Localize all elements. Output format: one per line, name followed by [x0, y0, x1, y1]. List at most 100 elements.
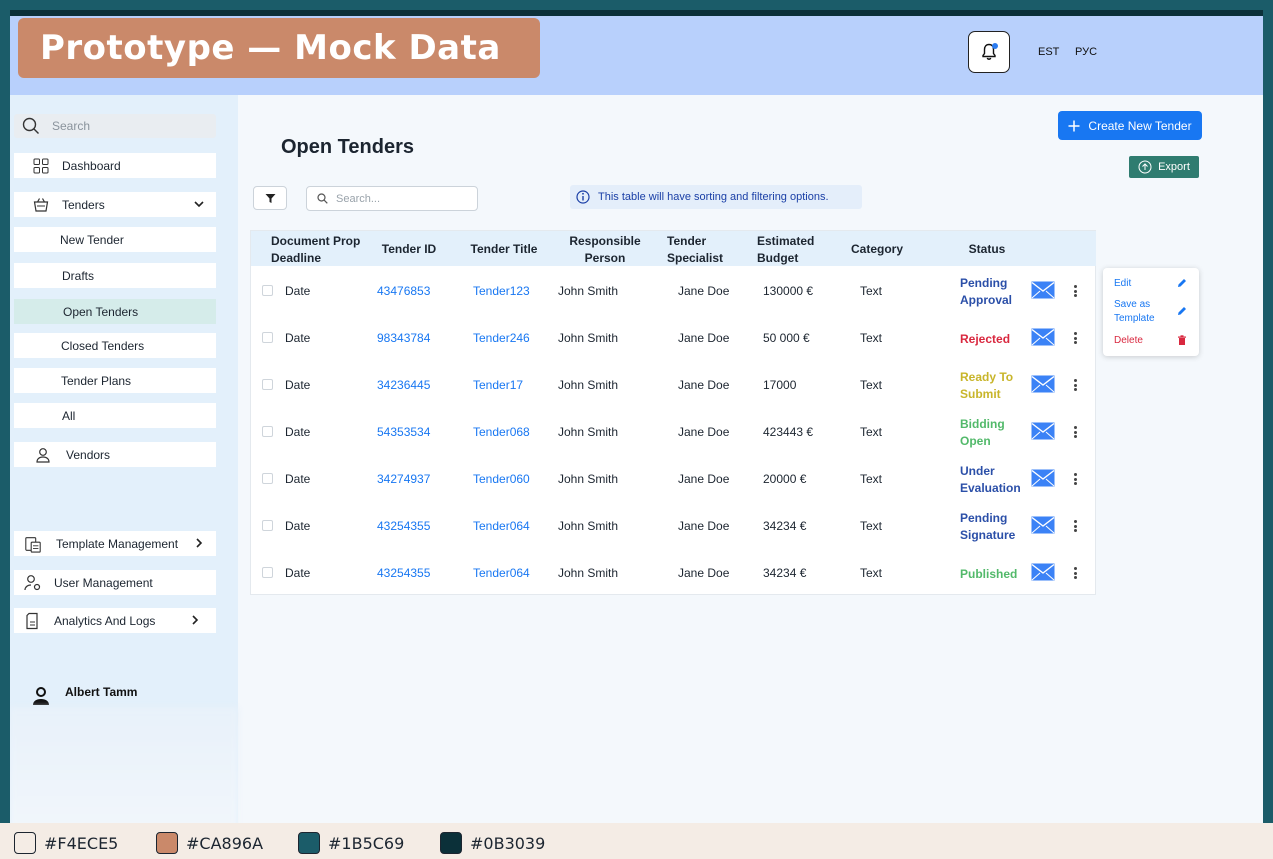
lang-est[interactable]: EST — [1038, 46, 1059, 58]
sidebar-item-label: Template Management — [56, 536, 179, 551]
cell-deadline: Date — [285, 472, 311, 486]
cell-tender-id[interactable]: 43254355 — [377, 566, 430, 580]
cell-category: Text — [860, 472, 883, 486]
table-row[interactable]: Date 43476853 Tender123 John Smith Jane Doe 1… — [251, 267, 1096, 314]
document-icon — [24, 612, 42, 630]
row-checkbox[interactable] — [262, 473, 273, 484]
sidebar-item-user-management[interactable]: User Management — [14, 570, 216, 595]
kebab-dot — [1073, 426, 1077, 429]
cell-tender-id[interactable]: 43476853 — [377, 284, 430, 298]
table-row[interactable]: Date 54353534 Tender068 John Smith Jane Doe 4… — [251, 408, 1096, 455]
info-note-text: This table will have sorting and filteri… — [598, 191, 829, 203]
kebab-dot — [1073, 332, 1077, 335]
cell-tender-title[interactable]: Tender246 — [473, 331, 530, 345]
more-options-icon[interactable] — [1070, 283, 1080, 299]
cell-responsible-person: John Smith — [558, 519, 619, 533]
upload-icon — [1138, 160, 1152, 174]
cell-tender-title[interactable]: Tender17 — [473, 378, 523, 392]
sidebar-search[interactable]: Search — [14, 114, 216, 138]
export-button[interactable]: Export — [1129, 156, 1199, 178]
kebab-dot — [1073, 388, 1077, 391]
more-options-icon[interactable] — [1070, 377, 1080, 393]
lang-rus[interactable]: РУС — [1075, 46, 1097, 58]
table-row[interactable]: Date 98343784 Tender246 John Smith Jane Doe 5… — [251, 314, 1096, 361]
notifications-button[interactable] — [968, 31, 1010, 73]
sidebar-item-new-tender[interactable]: New Tender — [14, 227, 216, 252]
mail-icon[interactable] — [1031, 563, 1055, 581]
column-header-tender-specialist[interactable]: Tender Specialist — [667, 233, 737, 267]
sidebar-item-vendors[interactable]: Vendors — [14, 442, 216, 467]
column-header-category[interactable]: Category — [847, 241, 907, 258]
mail-icon[interactable] — [1031, 422, 1055, 440]
kebab-dot — [1073, 576, 1077, 579]
status-badge: Ready To Submit — [960, 370, 1014, 401]
swatch-label: #F4ECE5 — [44, 833, 119, 853]
chevron-down-icon — [194, 201, 204, 208]
cell-tender-title[interactable]: Tender068 — [473, 425, 530, 439]
more-options-icon[interactable] — [1070, 424, 1080, 440]
sidebar-item-tenders[interactable]: Tenders — [14, 192, 216, 217]
mail-icon[interactable] — [1031, 328, 1055, 346]
cell-tender-id[interactable]: 34274937 — [377, 472, 430, 486]
row-checkbox[interactable] — [262, 379, 273, 390]
mail-icon[interactable] — [1031, 281, 1055, 299]
mail-icon[interactable] — [1031, 469, 1055, 487]
cell-tender-specialist: Jane Doe — [678, 378, 730, 392]
menu-item-edit[interactable]: Edit — [1114, 277, 1131, 291]
plus-icon — [1068, 120, 1080, 131]
cell-tender-id[interactable]: 54353534 — [377, 425, 430, 439]
table-row[interactable]: Date 43254355 Tender064 John Smith Jane Doe 3… — [251, 549, 1096, 596]
cell-tender-title[interactable]: Tender060 — [473, 472, 530, 486]
column-header-deadline[interactable]: Document Prop Deadline — [271, 233, 371, 267]
more-options-icon[interactable] — [1070, 330, 1080, 346]
status-badge: Pending Approval — [960, 276, 1013, 307]
sidebar-item-all[interactable]: All — [14, 403, 216, 428]
menu-item-save-as-template[interactable]: Save as Template — [1114, 298, 1170, 326]
create-new-tender-button[interactable]: Create New Tender — [1058, 111, 1202, 140]
column-header-tender-id[interactable]: Tender ID — [377, 241, 441, 258]
column-header-tender-title[interactable]: Tender Title — [467, 241, 541, 258]
more-options-icon[interactable] — [1070, 565, 1080, 581]
table-row[interactable]: Date 34236445 Tender17 John Smith Jane Doe 17… — [251, 361, 1096, 408]
sidebar-item-label: Vendors — [66, 447, 111, 462]
cell-tender-id[interactable]: 98343784 — [377, 331, 430, 345]
sidebar-item-dashboard[interactable]: Dashboard — [14, 153, 216, 178]
sidebar-item-drafts[interactable]: Drafts — [14, 263, 216, 288]
sidebar-item-open-tenders[interactable]: Open Tenders — [14, 299, 216, 324]
more-options-icon[interactable] — [1070, 471, 1080, 487]
mail-icon[interactable] — [1031, 375, 1055, 393]
sidebar-item-tender-plans[interactable]: Tender Plans — [14, 368, 216, 393]
more-options-icon[interactable] — [1070, 518, 1080, 534]
trash-icon — [1178, 335, 1186, 345]
mail-icon[interactable] — [1031, 516, 1055, 534]
chevron-right-icon — [192, 615, 199, 625]
row-checkbox[interactable] — [262, 520, 273, 531]
column-header-estimated-budget[interactable]: Estimated Budget — [757, 233, 827, 267]
filter-button[interactable] — [253, 186, 287, 210]
column-header-status[interactable]: Status — [957, 241, 1017, 258]
kebab-dot — [1073, 567, 1077, 570]
column-header-responsible-person[interactable]: Responsible Person — [563, 233, 647, 267]
menu-item-delete[interactable]: Delete — [1114, 334, 1143, 348]
swatch-label: #0B3039 — [470, 833, 546, 853]
cell-tender-title[interactable]: Tender123 — [473, 284, 530, 298]
cell-tender-id[interactable]: 34236445 — [377, 378, 430, 392]
sidebar-item-template-management[interactable]: Template Management — [14, 531, 216, 556]
info-icon — [576, 190, 590, 204]
table-row[interactable]: Date 34274937 Tender060 John Smith Jane Doe 2… — [251, 455, 1096, 502]
cell-tender-title[interactable]: Tender064 — [473, 519, 530, 533]
sidebar-item-analytics-and-logs[interactable]: Analytics And Logs — [14, 608, 216, 633]
avatar — [33, 687, 49, 705]
table-row[interactable]: Date 43254355 Tender064 John Smith Jane Doe 3… — [251, 502, 1096, 549]
swatch-label: #1B5C69 — [328, 833, 405, 853]
row-checkbox[interactable] — [262, 332, 273, 343]
row-checkbox[interactable] — [262, 426, 273, 437]
cell-tender-id[interactable]: 43254355 — [377, 519, 430, 533]
blurred-region — [10, 707, 238, 823]
row-checkbox[interactable] — [262, 285, 273, 296]
table-search-input[interactable]: Search... — [306, 186, 478, 211]
swatch-label: #CA896A — [186, 833, 264, 853]
cell-tender-title[interactable]: Tender064 — [473, 566, 530, 580]
sidebar-item-closed-tenders[interactable]: Closed Tenders — [14, 333, 216, 358]
row-checkbox[interactable] — [262, 567, 273, 578]
